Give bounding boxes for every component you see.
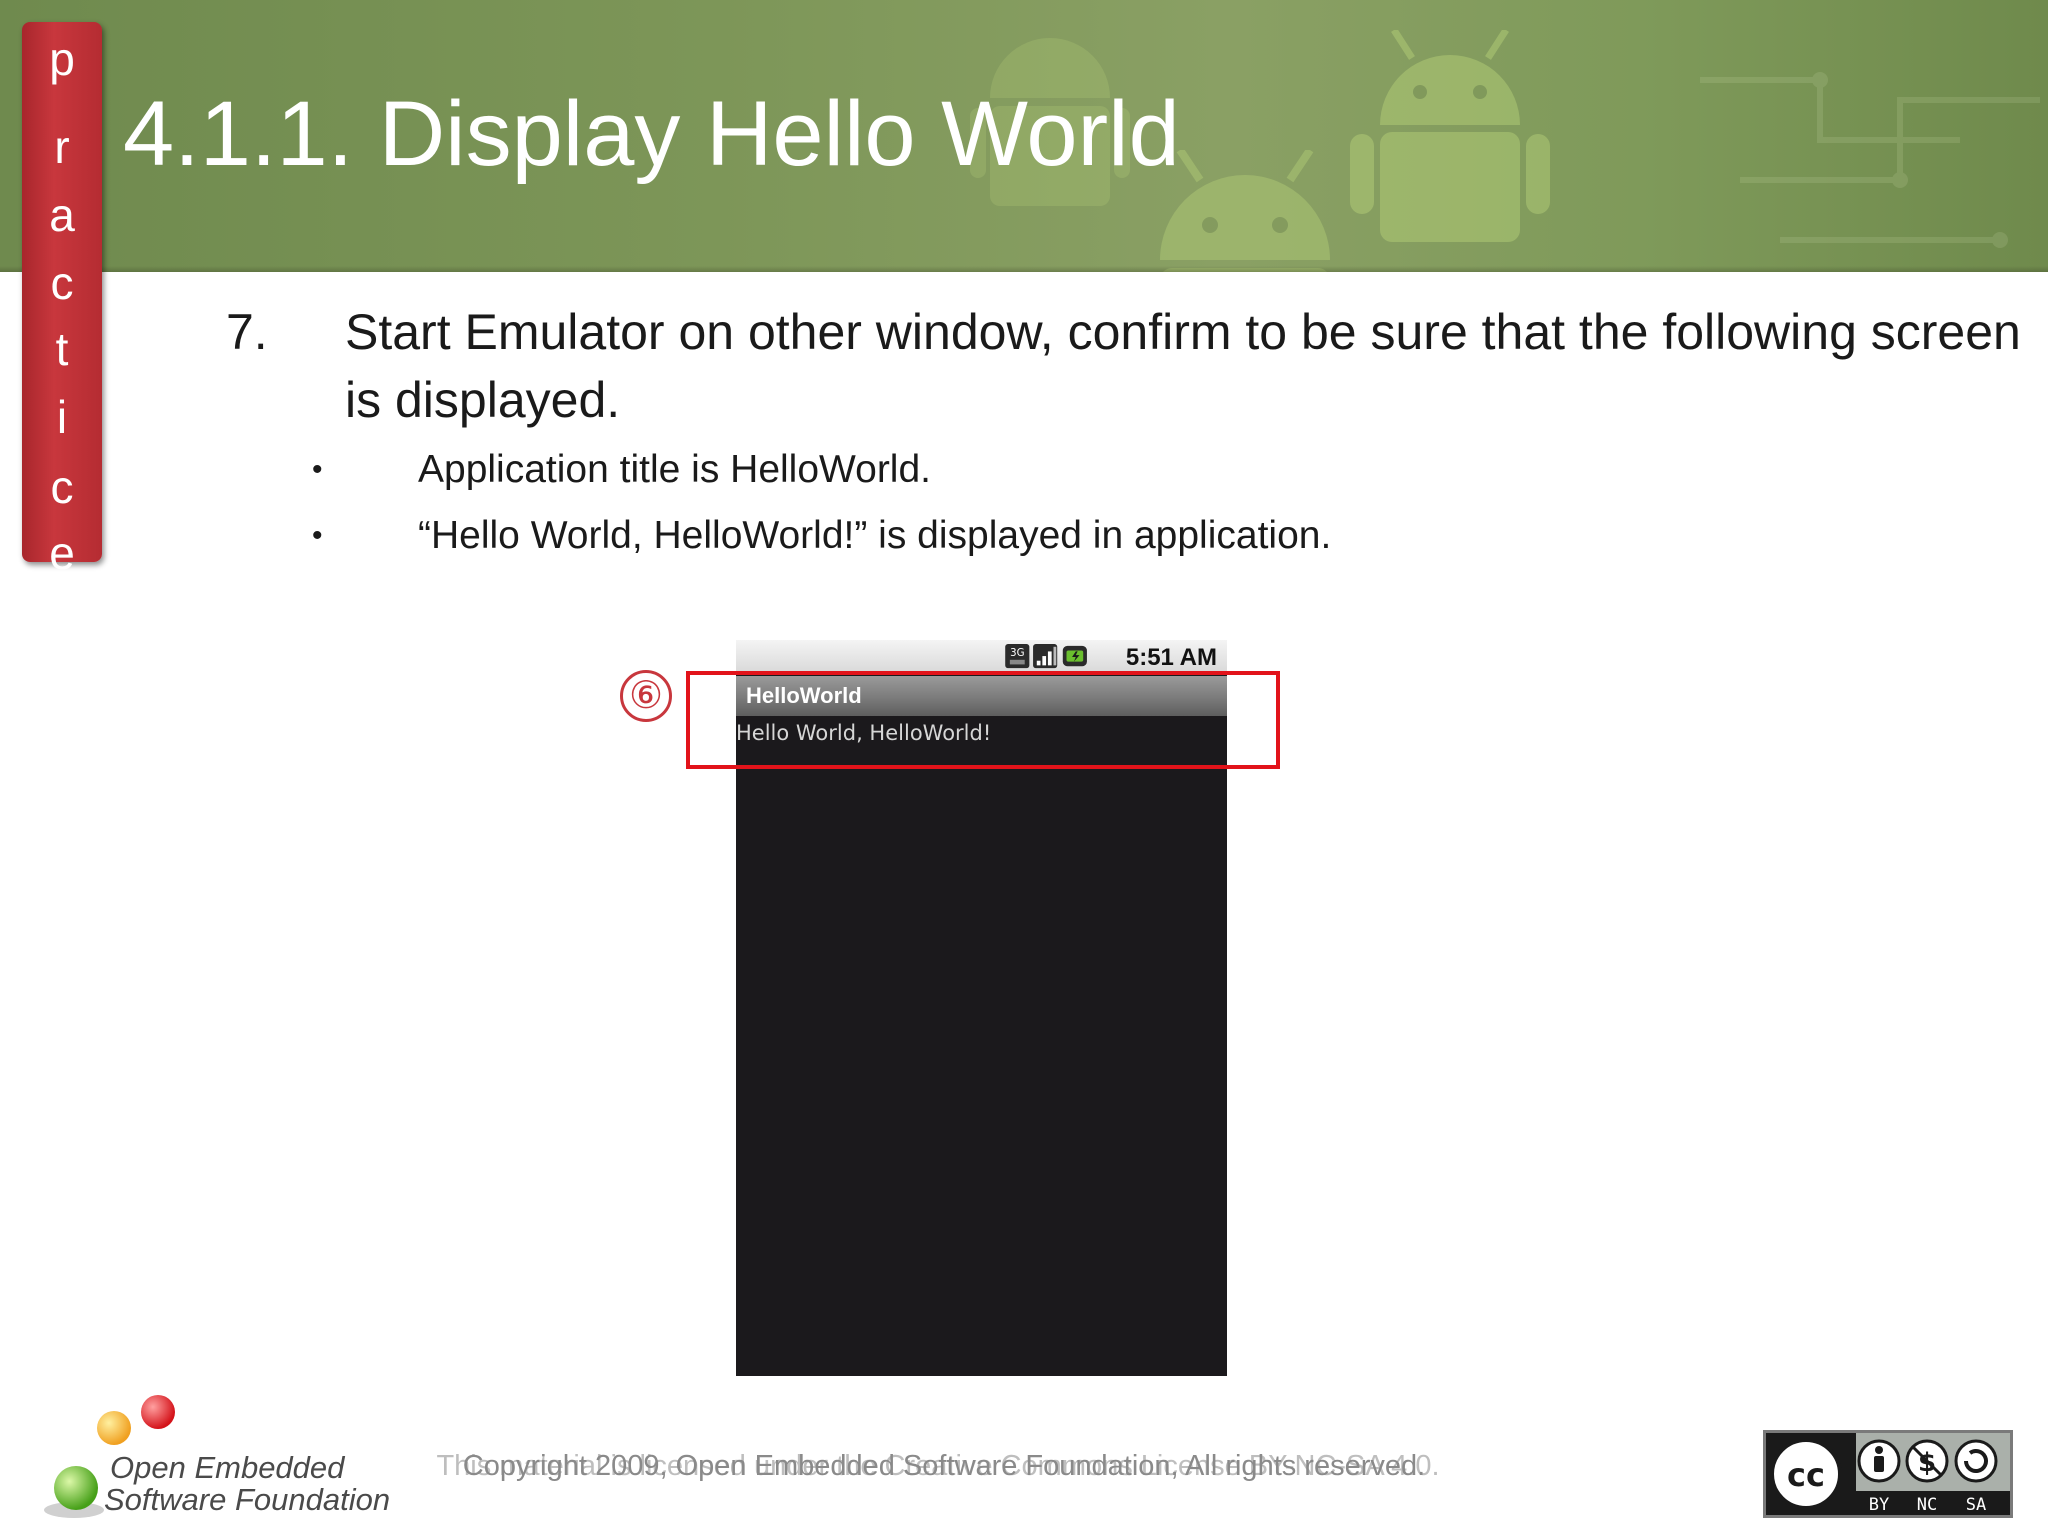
highlight-box (686, 671, 1280, 769)
by-label: BY (1869, 1495, 1889, 1515)
signal-icon (1033, 644, 1058, 669)
battery-icon (1062, 645, 1087, 667)
copyright-text: Copyright 2009, Open Embedded Software F… (0, 1450, 2048, 1483)
svg-text:3G: 3G (1010, 648, 1024, 659)
step-number: 7. (226, 304, 268, 360)
status-time: 5:51 AM (1125, 644, 1217, 671)
practice-tab-letter: c (50, 461, 74, 513)
bullet-marker: • (312, 453, 323, 486)
header-banner: 4.1.1. Display Hello World (0, 0, 2048, 272)
step-text: Start Emulator on other window, confirm … (345, 304, 2021, 428)
slide-title: 4.1.1. Display Hello World (123, 83, 1180, 185)
practice-tab-letter: c (50, 257, 74, 309)
practice-tab-letter: i (56, 391, 68, 443)
nc-label: NC (1917, 1495, 1937, 1515)
cc-icons: cc $ BY NC SA (1766, 1433, 2010, 1515)
practice-tab-letter: a (49, 189, 75, 241)
3g-icon: 3G (1005, 644, 1030, 669)
android-robot-icon (1350, 30, 1550, 250)
bullet-text: “Hello World, HelloWorld!” is displayed … (418, 514, 1332, 557)
logo-text-line2: Software Foundation (104, 1482, 391, 1517)
bullet-text: Application title is HelloWorld. (418, 448, 931, 491)
oesf-red-sphere-icon (141, 1395, 175, 1429)
cc-icon: cc (1787, 1456, 1825, 1494)
practice-tab-letter: p (49, 33, 75, 85)
license-line-overlay: This material is licensed under the Crea… (0, 1450, 2048, 1483)
practice-tab-letter: e (49, 527, 75, 579)
callout-number-6: ⑥ (620, 670, 672, 722)
sa-icon (1954, 1439, 1998, 1483)
sa-label: SA (1966, 1495, 1986, 1515)
circuit-pattern (1700, 40, 2040, 260)
practice-tab: p r a c t i c e (22, 22, 102, 576)
license-line: This material is licensed under the Crea… (436, 1450, 1440, 1482)
bullet-marker: • (312, 519, 323, 552)
status-bar: 3G 5:51 AM (736, 640, 1227, 674)
cc-license-badge: cc $ BY NC SA (1763, 1430, 2013, 1518)
practice-tab-letter: r (54, 121, 70, 173)
practice-tab-letter: t (55, 323, 69, 375)
status-icons: 3G (1005, 644, 1087, 669)
